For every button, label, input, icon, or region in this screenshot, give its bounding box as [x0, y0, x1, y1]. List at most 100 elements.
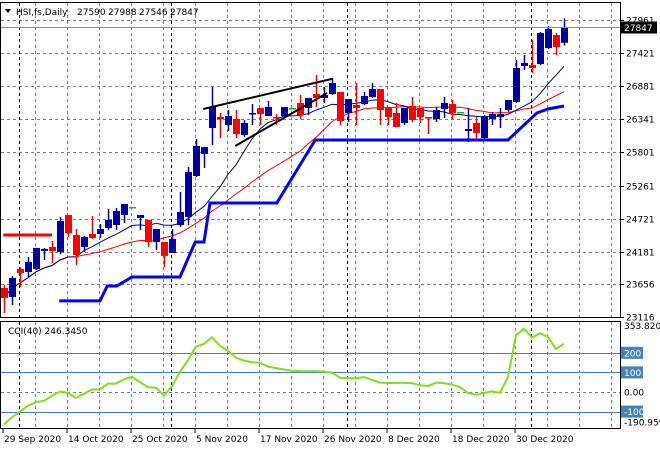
candle-body: [329, 83, 336, 94]
x-tick-label: 25 Oct 2020: [132, 435, 188, 445]
cci-label: CCI(40) 246.3450: [8, 327, 88, 337]
price-chart[interactable]: 2796127421268812634125801252612472124181…: [0, 0, 660, 450]
candle-body: [177, 211, 184, 225]
candle-body: [49, 246, 56, 251]
candle-body: [193, 145, 200, 177]
y-tick-label: 23656: [626, 281, 655, 291]
candle-body: [225, 115, 232, 126]
candle-body: [209, 106, 216, 129]
candle-body: [73, 234, 80, 255]
candle-body: [185, 171, 192, 217]
candle-body: [241, 122, 248, 135]
y-tick-label: 27421: [626, 50, 655, 60]
candle-body: [281, 106, 288, 116]
candle-body: [401, 107, 408, 123]
candle-body: [441, 103, 448, 110]
candle: [401, 107, 408, 126]
cci-tick-label: 0.00: [624, 389, 644, 399]
candle-body: [145, 219, 152, 242]
candle-body: [89, 233, 96, 238]
candle-body: [529, 64, 536, 68]
candle-body: [233, 119, 240, 135]
candle-body: [377, 89, 384, 110]
candle-body: [137, 214, 144, 218]
candle-body: [249, 112, 256, 115]
x-tick-label: 26 Nov 2020: [324, 435, 382, 445]
candle-body: [425, 116, 432, 119]
current-price-label: 27847: [624, 24, 653, 34]
close-value: 27847: [170, 8, 199, 18]
x-tick-label: 18 Dec 2020: [452, 435, 510, 445]
candle-body: [545, 29, 552, 49]
low-value: 27546: [139, 8, 168, 18]
candle-body: [17, 268, 24, 273]
candle-body: [481, 115, 488, 139]
candle-body: [489, 113, 496, 119]
candle-body: [25, 261, 32, 272]
y-tick-label: 24181: [626, 249, 655, 259]
candle-body: [265, 106, 272, 116]
candle: [57, 216, 64, 254]
candle-body: [65, 214, 72, 233]
candle-body: [553, 35, 560, 48]
candle-body: [161, 241, 168, 256]
candle-body: [497, 113, 504, 117]
candle-body: [345, 99, 352, 113]
candle-body: [513, 67, 520, 102]
candle: [481, 115, 488, 139]
candle-body: [41, 248, 48, 251]
x-tick-label: 17 Nov 2020: [260, 435, 318, 445]
x-tick-label: 8 Dec 2020: [388, 435, 440, 445]
candle-body: [465, 128, 472, 132]
candle-body: [369, 89, 376, 97]
candle-body: [505, 99, 512, 110]
candle: [129, 206, 136, 209]
candle-body: [201, 147, 208, 155]
cci-tick-label: -100: [624, 408, 645, 418]
cci-tick-label: -190.959: [624, 419, 660, 429]
candle-body: [417, 107, 424, 117]
candle-body: [121, 203, 128, 215]
candle: [457, 112, 464, 114]
candle: [537, 32, 544, 65]
candle-body: [217, 116, 224, 119]
candle-body: [57, 220, 64, 252]
candle: [33, 247, 40, 270]
candle-body: [361, 96, 368, 104]
x-tick-label: 14 Oct 2020: [68, 435, 124, 445]
candle-body: [105, 219, 112, 228]
candle-body: [169, 238, 176, 253]
symbol-label: HSI,fs,Daily: [16, 8, 68, 18]
candle-body: [409, 106, 416, 120]
cci-tick-label: 200: [624, 349, 641, 359]
candle-body: [393, 112, 400, 127]
x-tick-label: 5 Nov 2020: [196, 435, 248, 445]
candle: [289, 107, 296, 110]
candle: [337, 92, 344, 126]
candle-body: [1, 287, 8, 298]
y-tick-label: 25801: [626, 149, 655, 159]
candle-body: [433, 109, 440, 119]
candle-body: [97, 228, 104, 234]
cci-tick-label: 100: [624, 369, 641, 379]
candle-body: [385, 107, 392, 117]
candle-body: [473, 122, 480, 133]
cci-tick-label: 353.8203: [624, 322, 660, 332]
candle-body: [273, 116, 280, 119]
candle-body: [561, 26, 568, 43]
candle-body: [289, 107, 296, 110]
candle-body: [153, 228, 160, 242]
candle-body: [81, 236, 88, 247]
candle: [545, 26, 552, 50]
y-tick-label: 24721: [626, 216, 655, 226]
y-tick-label: 25261: [626, 183, 655, 193]
candle-body: [33, 247, 40, 269]
candle-body: [457, 112, 464, 114]
x-tick-label: 29 Sep 2020: [4, 435, 61, 445]
candle-body: [537, 32, 544, 65]
candle-body: [257, 107, 264, 114]
y-tick-label: 26881: [626, 83, 655, 93]
candle-body: [353, 105, 360, 108]
candle-body: [9, 277, 16, 297]
candle-body: [521, 62, 528, 66]
